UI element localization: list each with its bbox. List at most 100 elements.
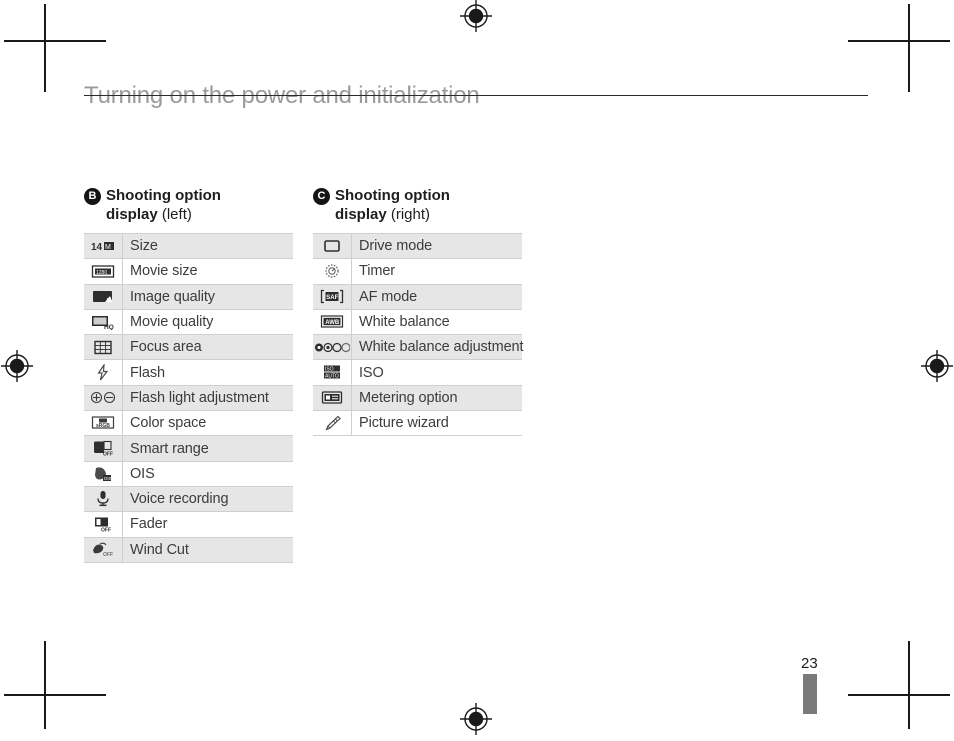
- table-row: SAF AF mode: [313, 283, 522, 310]
- option-label: Picture wizard: [351, 410, 522, 437]
- registration-mark-left: [0, 349, 34, 383]
- shooting-option-table-left: 14 M Size 1280 Movie size Image quality …: [84, 232, 293, 563]
- table-row: AWB White balance: [313, 308, 522, 336]
- section-title-line1: Shooting option: [106, 187, 221, 204]
- resolution-14m-icon: 14 M: [84, 232, 123, 260]
- svg-text:M: M: [105, 244, 111, 251]
- registration-mark-right: [920, 349, 954, 383]
- af-mode-saf-icon: SAF: [313, 283, 352, 310]
- section-badge-c: C: [313, 188, 330, 205]
- picture-wizard-icon: [313, 410, 352, 437]
- table-row: Image quality: [84, 283, 293, 310]
- section-title-qualifier: (left): [161, 206, 192, 223]
- option-label: Focus area: [122, 334, 293, 361]
- section-shooting-option-left: B Shooting option display (left) 14 M Siz…: [84, 186, 294, 563]
- page-edge-tab: [803, 674, 817, 714]
- smart-range-off-icon: OFF: [84, 435, 123, 462]
- table-row: Focus area: [84, 334, 293, 361]
- svg-text:HQ: HQ: [104, 324, 114, 330]
- section-title-b: Shooting option display (left): [106, 186, 221, 224]
- table-row: OIS OIS: [84, 460, 293, 487]
- metering-option-icon: [313, 384, 352, 412]
- section-title-c: Shooting option display (right): [335, 186, 450, 224]
- table-row: OFF Wind Cut: [84, 536, 293, 563]
- focus-area-grid-icon: [84, 334, 123, 361]
- section-shooting-option-right: C Shooting option display (right) Drive …: [313, 186, 524, 437]
- option-label: Voice recording: [122, 485, 293, 513]
- section-title-line2: display: [335, 206, 387, 223]
- movie-size-icon: 1280: [84, 258, 123, 285]
- section-title-line1: Shooting option: [335, 187, 450, 204]
- option-label: Wind Cut: [122, 536, 293, 563]
- iso-auto-icon: ISO AUTO: [313, 359, 352, 386]
- option-label: Flash light adjustment: [122, 384, 293, 412]
- svg-text:OFF: OFF: [103, 552, 113, 557]
- crop-mark-bottom-right-v: [908, 641, 910, 729]
- svg-text:OIS: OIS: [104, 476, 112, 481]
- table-row: Drive mode: [313, 232, 522, 260]
- image-quality-icon: [84, 283, 123, 310]
- option-label: Size: [122, 232, 293, 260]
- option-label: OIS: [122, 460, 293, 487]
- section-heading-c: C Shooting option display (right): [313, 186, 523, 224]
- svg-text:14: 14: [91, 242, 103, 253]
- movie-quality-hq-icon: HQ: [84, 308, 123, 336]
- flash-icon: [84, 359, 123, 386]
- option-label: Drive mode: [351, 232, 522, 260]
- timer-icon: [313, 258, 352, 285]
- table-row: White balance adjustment: [313, 334, 524, 361]
- table-row: Flash: [84, 359, 293, 386]
- crop-mark-top-left-v: [44, 4, 46, 92]
- title-divider: [84, 95, 868, 96]
- table-row: Voice recording: [84, 485, 293, 513]
- section-badge-b: B: [84, 188, 101, 205]
- page-title: Turning on the power and initialization: [84, 82, 480, 110]
- fader-off-icon: OFF: [84, 511, 123, 538]
- table-row: OFF Fader: [84, 511, 293, 538]
- svg-text:OFF: OFF: [101, 528, 111, 533]
- table-row: Flash light adjustment: [84, 384, 293, 412]
- wind-cut-off-icon: OFF: [84, 536, 123, 563]
- table-row: ISO AUTO ISO: [313, 359, 522, 386]
- section-heading-b: B Shooting option display (left): [84, 186, 294, 224]
- option-label: Timer: [351, 258, 522, 285]
- svg-text:OFF: OFF: [103, 452, 113, 457]
- voice-recording-mic-icon: [84, 485, 123, 513]
- option-label: Color space: [122, 410, 293, 437]
- table-row: sRGB Color space: [84, 410, 293, 437]
- option-label: Image quality: [122, 283, 293, 310]
- option-label: Fader: [122, 511, 293, 538]
- white-balance-awb-icon: AWB: [313, 308, 352, 336]
- svg-text:1280: 1280: [96, 270, 107, 276]
- option-label: Movie size: [122, 258, 293, 285]
- svg-text:AWB: AWB: [325, 320, 340, 326]
- section-title-qualifier: (right): [390, 206, 431, 223]
- svg-text:SAF: SAF: [326, 295, 338, 301]
- option-label: AF mode: [351, 283, 522, 310]
- svg-text:AUTO: AUTO: [325, 374, 339, 380]
- option-label: Movie quality: [122, 308, 293, 336]
- color-space-srgb-icon: sRGB: [84, 410, 123, 437]
- drive-mode-single-icon: [313, 232, 352, 260]
- flash-light-adjustment-icon: [84, 384, 123, 412]
- manual-page: Turning on the power and initialization …: [84, 0, 870, 733]
- crop-mark-bottom-left-v: [44, 641, 46, 729]
- svg-text:ISO: ISO: [325, 367, 334, 373]
- ois-icon: OIS: [84, 460, 123, 487]
- option-label: ISO: [351, 359, 522, 386]
- section-title-line2: display: [106, 206, 158, 223]
- shooting-option-table-right: Drive mode Timer SAF AF mode AWB White b…: [313, 232, 524, 437]
- option-label: Flash: [122, 359, 293, 386]
- table-row: Picture wizard: [313, 410, 522, 437]
- option-label: Smart range: [122, 435, 293, 462]
- option-label: Metering option: [351, 384, 522, 412]
- svg-text:sRGB: sRGB: [96, 423, 110, 429]
- crop-mark-top-right-v: [908, 4, 910, 92]
- table-row: Timer: [313, 258, 522, 285]
- table-row: OFF Smart range: [84, 435, 293, 462]
- white-balance-adjustment-icon: [313, 334, 352, 361]
- page-number: 23: [801, 655, 818, 672]
- option-label: White balance adjustment: [351, 334, 524, 361]
- table-row: 14 M Size: [84, 232, 293, 260]
- table-row: Metering option: [313, 384, 522, 412]
